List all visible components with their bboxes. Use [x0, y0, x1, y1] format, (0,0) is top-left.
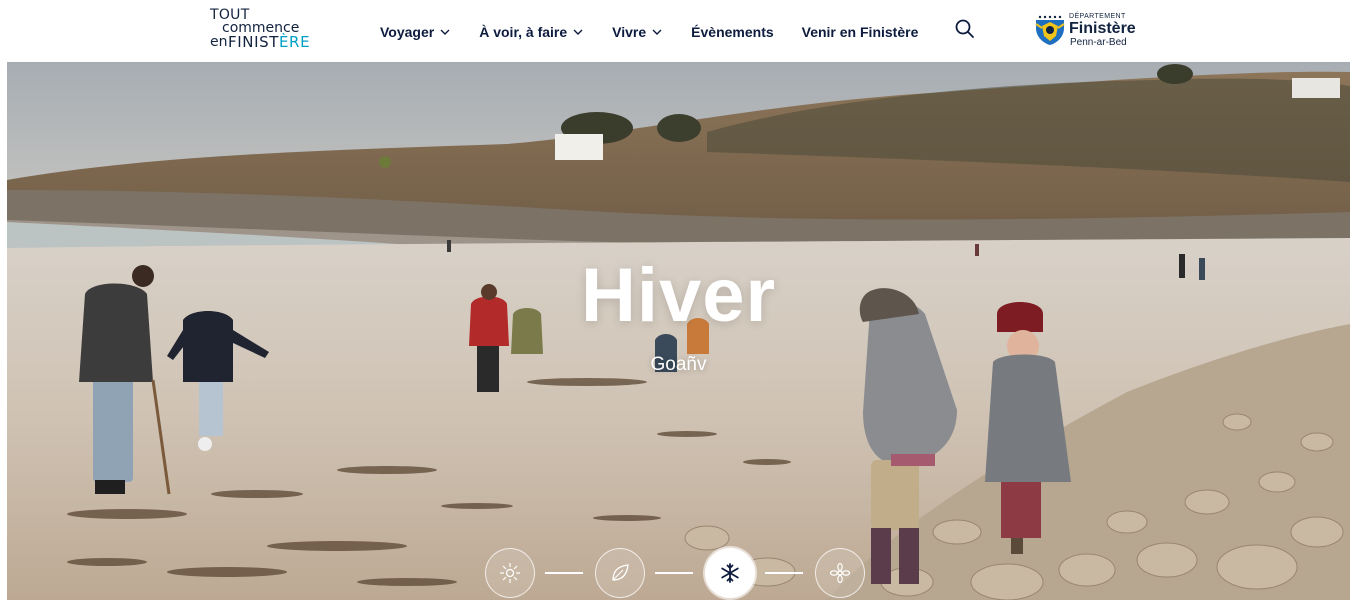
nav-voyager[interactable]: Voyager — [380, 24, 451, 40]
departement-logo[interactable]: DÉPARTEMENT Finistère Penn-ar-Bed — [1034, 12, 1144, 50]
sun-icon — [499, 562, 521, 584]
nav-vivre[interactable]: Vivre — [612, 24, 663, 40]
nav-a-voir-label: À voir, à faire — [479, 24, 568, 40]
nav-venir-en-finistere[interactable]: Venir en Finistère — [802, 24, 919, 40]
flower-icon — [829, 562, 851, 584]
season-separator — [545, 572, 583, 574]
dept-label-sub: Penn-ar-Bed — [1070, 37, 1127, 48]
hero-subtitle: Goañv — [650, 354, 707, 375]
chevron-down-icon — [572, 26, 584, 38]
site-logo[interactable]: TOUT commence en FINISTÈRE — [210, 8, 318, 56]
dept-label-name: Finistère — [1069, 20, 1136, 37]
nav-evenements[interactable]: Évènements — [691, 24, 773, 40]
season-separator — [655, 572, 693, 574]
season-separator — [765, 572, 803, 574]
season-spring-button[interactable] — [815, 548, 865, 598]
search-icon — [954, 18, 978, 40]
leaf-icon — [609, 562, 631, 584]
crest-icon — [1035, 14, 1065, 45]
nav-a-voir-a-faire[interactable]: À voir, à faire — [479, 24, 584, 40]
logo-ere: ÈRE — [278, 33, 311, 51]
season-selector — [485, 548, 875, 598]
nav-vivre-label: Vivre — [612, 24, 647, 40]
chevron-down-icon — [439, 26, 451, 38]
nav-evenements-label: Évènements — [691, 24, 774, 40]
site-header: TOUT commence en FINISTÈRE Voyager À voi… — [0, 0, 1352, 62]
chevron-down-icon — [651, 26, 663, 38]
logo-finist: FINIST — [228, 33, 279, 51]
season-autumn-button[interactable] — [595, 548, 645, 598]
dept-label-small: DÉPARTEMENT — [1069, 13, 1126, 20]
hero-banner: Hiver Goañv — [7, 62, 1350, 600]
main-nav: Voyager À voir, à faire Vivre Évènements… — [380, 22, 946, 42]
season-summer-button[interactable] — [485, 548, 535, 598]
logo-line-3-prefix: en — [210, 34, 228, 50]
nav-voyager-label: Voyager — [380, 24, 435, 40]
logo-line-3: FINISTÈRE — [228, 35, 310, 50]
hero-title: Hiver — [580, 253, 777, 338]
nav-venir-label: Venir en Finistère — [801, 24, 919, 40]
search-button[interactable] — [954, 17, 978, 41]
season-winter-button[interactable] — [705, 548, 755, 598]
snowflake-icon — [719, 562, 741, 584]
